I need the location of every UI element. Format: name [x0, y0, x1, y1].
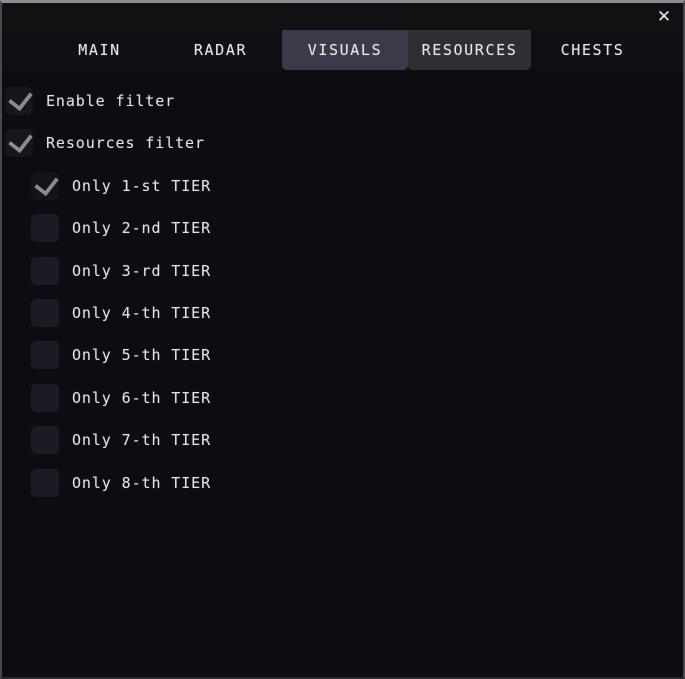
close-icon[interactable]: ✕ — [653, 6, 675, 28]
checkbox-resources-filter[interactable] — [5, 127, 33, 157]
tab-radar[interactable]: RADAR — [168, 30, 273, 70]
checkbox-row-only-2-nd-tier[interactable]: Only 2-nd TIER — [2, 210, 211, 246]
tab-bar: MAIN RADAR VISUALS RESOURCES CHESTS — [2, 30, 683, 70]
checkbox-only-2-nd-tier[interactable] — [31, 214, 59, 242]
window-titlebar: ✕ — [2, 3, 683, 30]
check-icon — [8, 85, 33, 112]
checkbox-only-1-st-tier[interactable] — [31, 170, 59, 200]
checkbox-only-6-th-tier[interactable] — [31, 384, 59, 412]
checkbox-only-7-th-tier[interactable] — [31, 426, 59, 454]
checkbox-row-only-3-rd-tier[interactable]: Only 3-rd TIER — [2, 253, 211, 289]
checkbox-row-only-1-st-tier[interactable]: Only 1-st TIER — [2, 168, 211, 204]
checkbox-label: Resources filter — [46, 134, 205, 152]
checkbox-label: Only 7-th TIER — [72, 431, 212, 449]
checkbox-only-4-th-tier[interactable] — [31, 299, 59, 327]
checkbox-label: Only 1-st TIER — [72, 177, 212, 195]
checkbox-row-only-5-th-tier[interactable]: Only 5-th TIER — [2, 337, 211, 373]
checkbox-row-only-6-th-tier[interactable]: Only 6-th TIER — [2, 380, 211, 416]
settings-window: ✕ MAIN RADAR VISUALS RESOURCES CHESTS Enable… — [0, 0, 685, 679]
checkbox-label: Only 8-th TIER — [72, 474, 212, 492]
check-icon — [34, 170, 59, 197]
checkbox-row-only-8-th-tier[interactable]: Only 8-th TIER — [2, 465, 211, 501]
checkbox-enable-filter[interactable] — [5, 85, 33, 115]
checkbox-row-only-4-th-tier[interactable]: Only 4-th TIER — [2, 295, 211, 331]
options-list: Enable filter Resources filter Only 1-st T… — [2, 70, 683, 677]
checkbox-only-8-th-tier[interactable] — [31, 469, 59, 497]
checkbox-label: Only 6-th TIER — [72, 389, 212, 407]
checkbox-row-only-7-th-tier[interactable]: Only 7-th TIER — [2, 422, 211, 458]
checkbox-row-enable-filter[interactable]: Enable filter — [2, 83, 175, 119]
checkbox-label: Only 2-nd TIER — [72, 219, 212, 237]
check-icon — [8, 127, 33, 154]
tab-resources[interactable]: RESOURCES — [408, 30, 531, 70]
checkbox-label: Only 3-rd TIER — [72, 262, 212, 280]
checkbox-label: Only 4-th TIER — [72, 304, 212, 322]
checkbox-label: Enable filter — [46, 92, 176, 110]
checkbox-only-5-th-tier[interactable] — [31, 341, 59, 369]
tab-main[interactable]: MAIN — [47, 30, 152, 70]
tab-visuals[interactable]: VISUALS — [282, 30, 408, 70]
checkbox-only-3-rd-tier[interactable] — [31, 257, 59, 285]
checkbox-label: Only 5-th TIER — [72, 346, 212, 364]
checkbox-row-resources-filter[interactable]: Resources filter — [2, 125, 205, 161]
tab-chests[interactable]: CHESTS — [540, 30, 645, 70]
